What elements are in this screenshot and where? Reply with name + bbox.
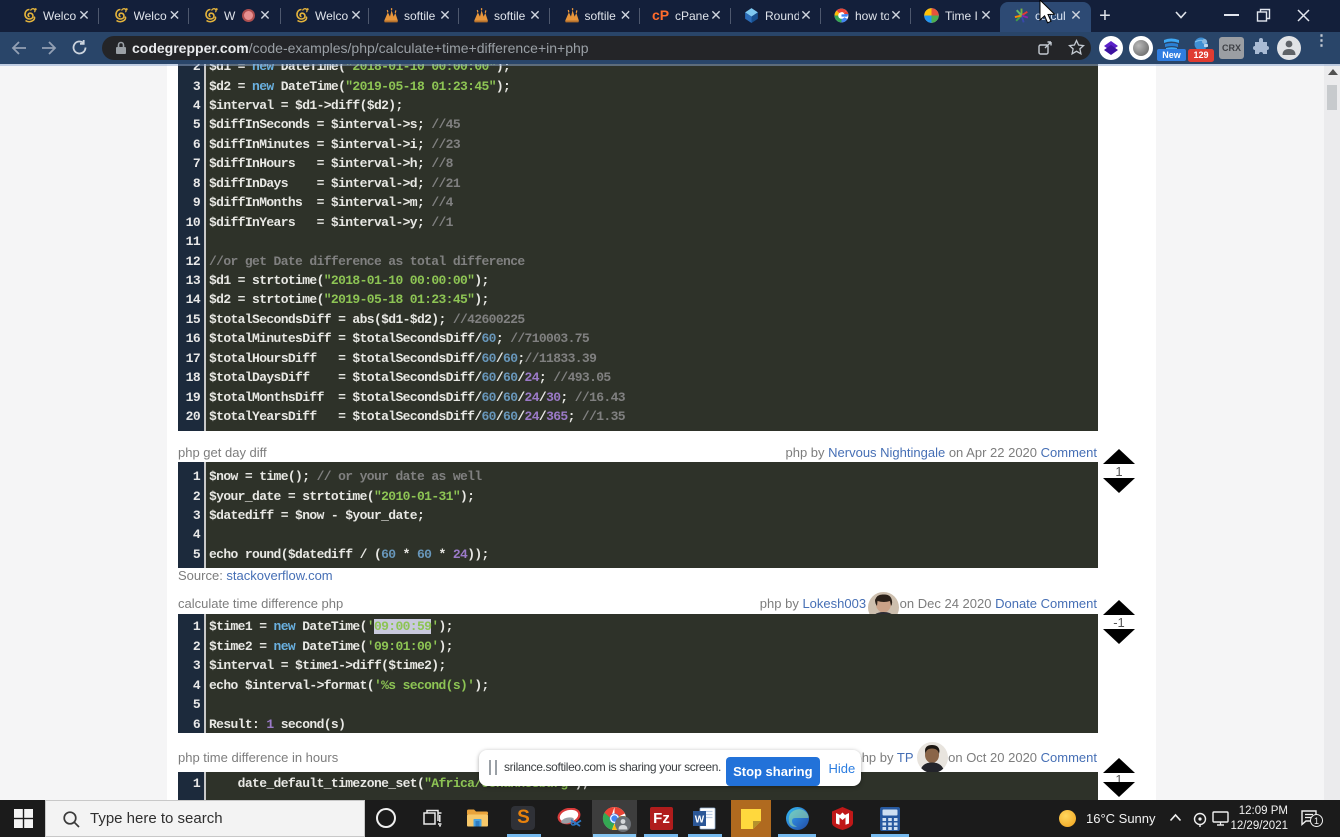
svg-text:W: W [695, 815, 705, 826]
